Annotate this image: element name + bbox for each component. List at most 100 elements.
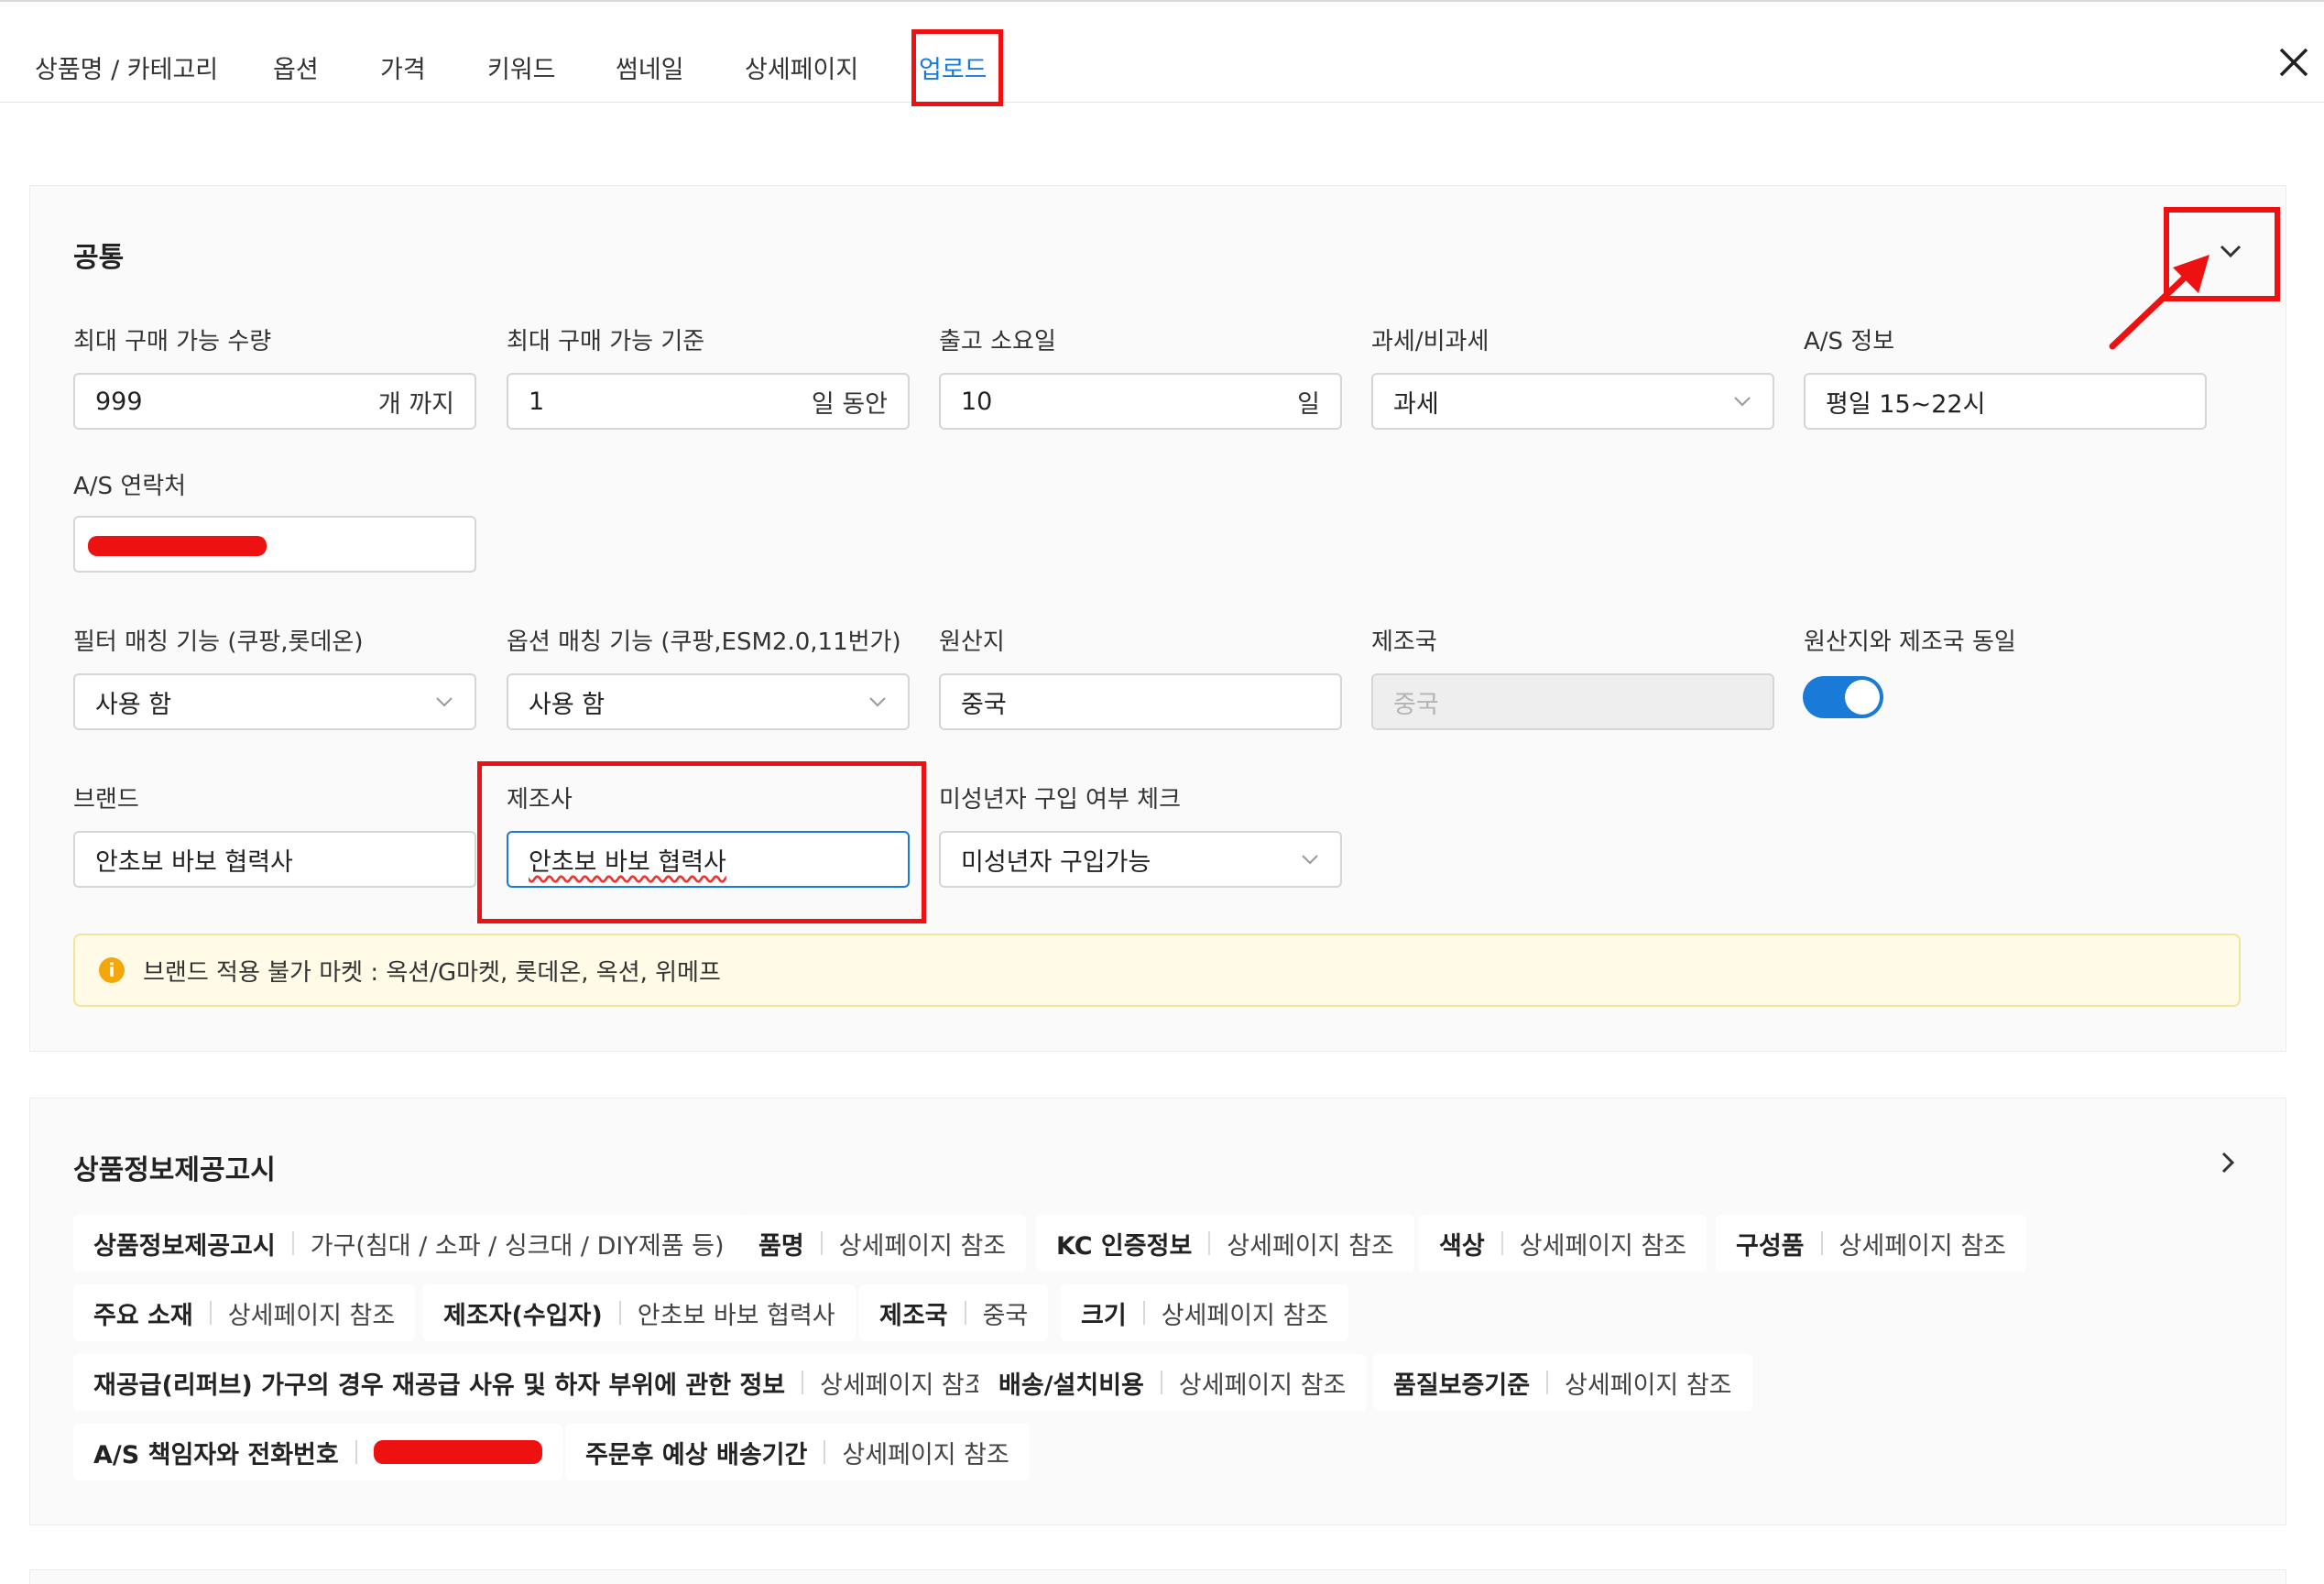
tab-option[interactable]: 옵션 xyxy=(273,49,319,85)
chevron-right-icon[interactable] xyxy=(2217,1149,2239,1176)
chip-divider xyxy=(1142,1301,1145,1325)
info-chip-value: 중국 xyxy=(982,1301,1029,1330)
as-info-label: A/S 정보 xyxy=(1804,328,1895,355)
maker-country-label: 제조국 xyxy=(1371,628,1437,656)
minor-check-select[interactable]: 미성년자 구입가능 xyxy=(939,831,1342,888)
close-icon[interactable] xyxy=(2275,44,2312,81)
info-chip-value: 상세페이지 참조 xyxy=(842,1440,1009,1469)
info-chip-value: 상세페이지 참조 xyxy=(838,1231,1007,1261)
upload-tab-highlight-box xyxy=(911,29,1003,106)
origin-label: 원산지 xyxy=(939,628,1005,656)
chevron-down-icon xyxy=(869,697,886,707)
chip-divider xyxy=(1546,1371,1549,1394)
ship-days-label: 출고 소요일 xyxy=(939,328,1056,355)
info-chip: 주요 소재 상세페이지 참조 xyxy=(73,1284,416,1341)
info-chip: 색상 상세페이지 참조 xyxy=(1419,1215,1708,1272)
max-qty-label: 최대 구매 가능 수량 xyxy=(73,328,272,355)
minor-check-label: 미성년자 구입 여부 체크 xyxy=(939,786,1181,814)
info-icon: i xyxy=(99,957,125,983)
info-chip-key: 크기 xyxy=(1081,1301,1127,1330)
chip-divider xyxy=(1208,1231,1211,1255)
info-chip: 크기 상세페이지 참조 xyxy=(1061,1284,1349,1341)
chip-divider xyxy=(291,1231,294,1255)
max-period-unit: 일 동안 xyxy=(811,389,888,419)
same-origin-label: 원산지와 제조국 동일 xyxy=(1804,628,2016,656)
info-chip-key: A/S 책임자와 전화번호 xyxy=(93,1440,339,1469)
tax-select[interactable]: 과세 xyxy=(1371,373,1774,430)
max-period-field[interactable]: 1 일 동안 xyxy=(507,373,910,430)
chip-divider xyxy=(1160,1371,1162,1394)
info-chip-value: 상세페이지 참조 xyxy=(820,1371,987,1400)
chip-divider xyxy=(820,1231,823,1255)
common-section-card xyxy=(29,185,2286,1052)
chip-divider xyxy=(802,1371,804,1394)
tab-name-category[interactable]: 상품명 / 카테고리 xyxy=(35,49,218,85)
chevron-down-icon xyxy=(1302,855,1318,865)
ship-days-unit: 일 xyxy=(1297,389,1320,419)
tax-label: 과세/비과세 xyxy=(1371,328,1489,355)
info-chip-key: 제조자(수입자) xyxy=(443,1301,603,1330)
chip-divider xyxy=(824,1440,826,1464)
filter-match-label: 필터 매칭 기능 (쿠팡,롯데온) xyxy=(73,628,364,656)
common-section-title: 공통 xyxy=(73,242,125,274)
filter-match-select[interactable]: 사용 함 xyxy=(73,673,476,730)
info-chip: 제조국 중국 xyxy=(859,1284,1049,1341)
ship-days-value: 10 xyxy=(961,387,993,416)
info-chip-value: 상세페이지 참조 xyxy=(1565,1371,1732,1400)
manufacturer-highlight-box xyxy=(477,761,926,923)
info-chip-value: 상세페이지 참조 xyxy=(1178,1371,1347,1400)
brand-value: 안초보 바보 협력사 xyxy=(95,847,293,877)
option-match-value: 사용 함 xyxy=(529,690,606,719)
option-match-select[interactable]: 사용 함 xyxy=(507,673,910,730)
info-chip: A/S 책임자와 전화번호 xyxy=(73,1424,562,1480)
product-info-title: 상품정보제공고시 xyxy=(73,1154,276,1186)
origin-field[interactable]: 중국 xyxy=(939,673,1342,730)
info-chip-value: 가구(침대 / 소파 / 싱크대 / DIY제품 등) xyxy=(310,1231,725,1261)
ship-days-field[interactable]: 10 일 xyxy=(939,373,1342,430)
info-chip-value: 안초보 바보 협력사 xyxy=(637,1301,835,1330)
same-origin-toggle[interactable] xyxy=(1803,676,1883,718)
tab-thumbnail[interactable]: 썸네일 xyxy=(616,49,684,85)
info-chip: 주문후 예상 배송기간 상세페이지 참조 xyxy=(565,1424,1030,1480)
tab-price[interactable]: 가격 xyxy=(380,49,426,85)
max-period-value: 1 xyxy=(529,387,545,416)
info-chip-value: 상세페이지 참조 xyxy=(1161,1301,1329,1330)
info-chip-key: 색상 xyxy=(1439,1231,1485,1261)
info-chip-key: 주문후 예상 배송기간 xyxy=(585,1440,808,1469)
chip-divider xyxy=(618,1301,621,1325)
info-chip: 상품정보제공고시 가구(침대 / 소파 / 싱크대 / DIY제품 등) xyxy=(73,1215,745,1272)
info-chip-key: 상품정보제공고시 xyxy=(93,1231,276,1261)
brand-notice-text: 브랜드 적용 불가 마켓 : 옥션/G마켓, 롯데온, 옥션, 위메프 xyxy=(143,958,721,987)
info-chip-key: 주요 소재 xyxy=(93,1301,193,1330)
info-chip-key: 품명 xyxy=(758,1231,804,1261)
next-section-card xyxy=(29,1569,2286,1584)
info-chip: KC 인증정보 상세페이지 참조 xyxy=(1036,1215,1414,1272)
tab-detail-page[interactable]: 상세페이지 xyxy=(745,49,858,85)
info-chip-key: KC 인증정보 xyxy=(1056,1231,1193,1261)
filter-match-value: 사용 함 xyxy=(95,690,172,719)
info-chip-value: 상세페이지 참조 xyxy=(1227,1231,1394,1261)
info-chip: 구성품 상세페이지 참조 xyxy=(1716,1215,2026,1272)
chevron-down-icon xyxy=(436,697,453,707)
minor-check-value: 미성년자 구입가능 xyxy=(961,847,1151,877)
info-chip: 제조자(수입자) 안초보 바보 협력사 xyxy=(423,1284,856,1341)
info-chip-value: 상세페이지 참조 xyxy=(1519,1231,1687,1261)
info-chip-value: 상세페이지 참조 xyxy=(1838,1231,2006,1261)
max-qty-field[interactable]: 999 개 까지 xyxy=(73,373,476,430)
as-phone-redaction xyxy=(373,1440,542,1464)
as-info-field[interactable]: 평일 15~22시 xyxy=(1804,373,2207,430)
info-chip-key: 제조국 xyxy=(879,1301,948,1330)
as-contact-redaction xyxy=(88,536,267,556)
chevron-down-icon xyxy=(1734,397,1751,407)
info-chip-key: 구성품 xyxy=(1736,1231,1805,1261)
maker-country-field: 중국 xyxy=(1371,673,1774,730)
origin-value: 중국 xyxy=(961,690,1007,719)
maker-country-value: 중국 xyxy=(1393,690,1439,719)
info-chip: 재공급(리퍼브) 가구의 경우 재공급 사유 및 하자 부위에 관한 정보 상세… xyxy=(73,1354,1008,1411)
info-chip-key: 품질보증기준 xyxy=(1393,1371,1531,1400)
chip-divider xyxy=(964,1301,966,1325)
brand-field[interactable]: 안초보 바보 협력사 xyxy=(73,831,476,888)
tab-keyword[interactable]: 키워드 xyxy=(487,49,556,85)
max-qty-unit: 개 까지 xyxy=(377,389,454,419)
tax-value: 과세 xyxy=(1393,389,1439,419)
